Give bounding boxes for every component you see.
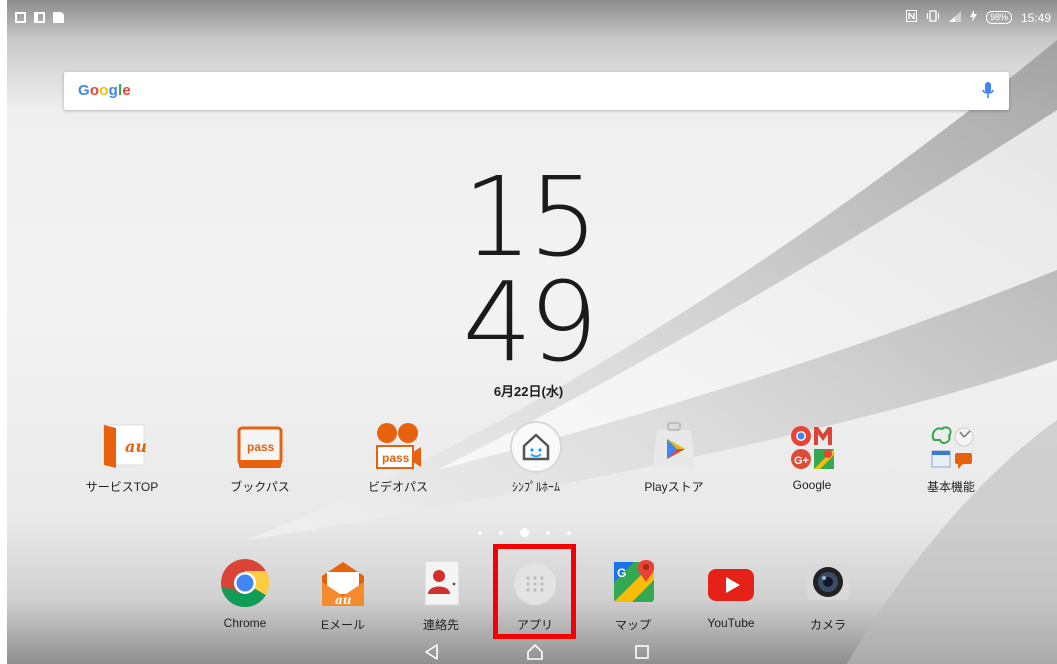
highlight-box	[493, 544, 576, 639]
email-icon: au	[316, 558, 370, 612]
notification-icons	[15, 12, 64, 23]
app-label: Chrome	[223, 616, 267, 630]
svg-text:G+: G+	[794, 455, 809, 467]
app-label: サービスTOP	[85, 480, 159, 494]
play-store-icon	[647, 420, 701, 474]
chrome-icon	[218, 558, 272, 612]
video-pass-icon: pass	[371, 420, 425, 474]
status-bar: 98% 15:49	[7, 0, 1057, 34]
clock-date: 6月22日(水)	[493, 384, 564, 399]
back-icon[interactable]	[423, 643, 441, 661]
app-label: Playストア	[644, 480, 704, 494]
app-label: Eメール	[320, 618, 365, 632]
app-label: 基本機能	[926, 480, 975, 494]
dock-app-youtube[interactable]: YouTube	[676, 558, 786, 630]
dock-app-camera[interactable]: カメラ	[773, 558, 883, 633]
page-dot	[567, 530, 571, 535]
app-service-top[interactable]: au サービスTOP	[67, 420, 177, 495]
svg-text:au: au	[125, 437, 147, 456]
battery-level: 98%	[985, 11, 1012, 24]
app-label: Google	[792, 478, 832, 492]
dock-app-maps[interactable]: G マップ	[578, 558, 688, 633]
signal-icon	[948, 10, 961, 25]
vibrate-icon	[926, 10, 940, 25]
page-indicator	[478, 528, 571, 537]
app-label: YouTube	[707, 616, 755, 630]
svg-text:pass: pass	[382, 451, 410, 465]
google-logo: Google	[78, 82, 131, 99]
page-dot	[499, 530, 503, 535]
camera-icon	[801, 558, 855, 612]
svg-text:au: au	[335, 593, 352, 607]
folder-basic-functions[interactable]: 基本機能	[896, 420, 1006, 495]
app-simple-home[interactable]: ｼﾝﾌﾟﾙﾎｰﾑ	[481, 420, 591, 495]
dock-app-email[interactable]: au Eメール	[288, 558, 398, 633]
status-time: 15:49	[1020, 10, 1051, 25]
app-label: ビデオパス	[367, 480, 428, 494]
media-notification-icon	[34, 12, 45, 23]
navigation-bar	[7, 640, 1057, 664]
app-book-pass[interactable]: pass ブックパス	[205, 420, 315, 495]
app-label: ｼﾝﾌﾟﾙﾎｰﾑ	[511, 480, 560, 494]
contacts-icon	[414, 558, 468, 612]
app-play-store[interactable]: Playストア	[619, 420, 729, 495]
dock-app-chrome[interactable]: Chrome	[190, 558, 300, 630]
app-video-pass[interactable]: pass ビデオパス	[343, 420, 453, 495]
sd-card-icon	[53, 12, 64, 23]
home-button-icon[interactable]	[526, 643, 544, 661]
book-pass-icon: pass	[233, 420, 287, 474]
system-status: 98% 15:49	[905, 10, 1051, 25]
app-label: カメラ	[809, 618, 846, 632]
svg-text:G: G	[617, 566, 626, 580]
charging-icon	[969, 10, 977, 25]
simple-home-icon	[509, 420, 563, 474]
maps-icon: G	[606, 558, 660, 612]
folder-google[interactable]: G+ Google	[757, 420, 867, 492]
page-dot	[478, 530, 482, 535]
svg-text:pass: pass	[247, 440, 275, 454]
mic-icon[interactable]	[981, 81, 995, 101]
page-dot-active	[520, 528, 529, 537]
download-notification-icon	[15, 12, 26, 23]
clock-hour: 15	[462, 153, 599, 281]
google-search-bar[interactable]: Google	[64, 72, 1009, 110]
app-label: ブックパス	[230, 480, 290, 494]
youtube-icon	[704, 558, 758, 612]
nfc-icon	[905, 10, 917, 25]
recents-icon[interactable]	[633, 643, 651, 661]
page-dot	[546, 530, 550, 535]
basic-functions-folder-icon	[924, 420, 978, 474]
app-label: マップ	[614, 618, 651, 632]
google-folder-icon: G+	[785, 420, 839, 474]
au-service-top-icon: au	[95, 420, 149, 474]
clock-minute: 49	[462, 258, 599, 386]
